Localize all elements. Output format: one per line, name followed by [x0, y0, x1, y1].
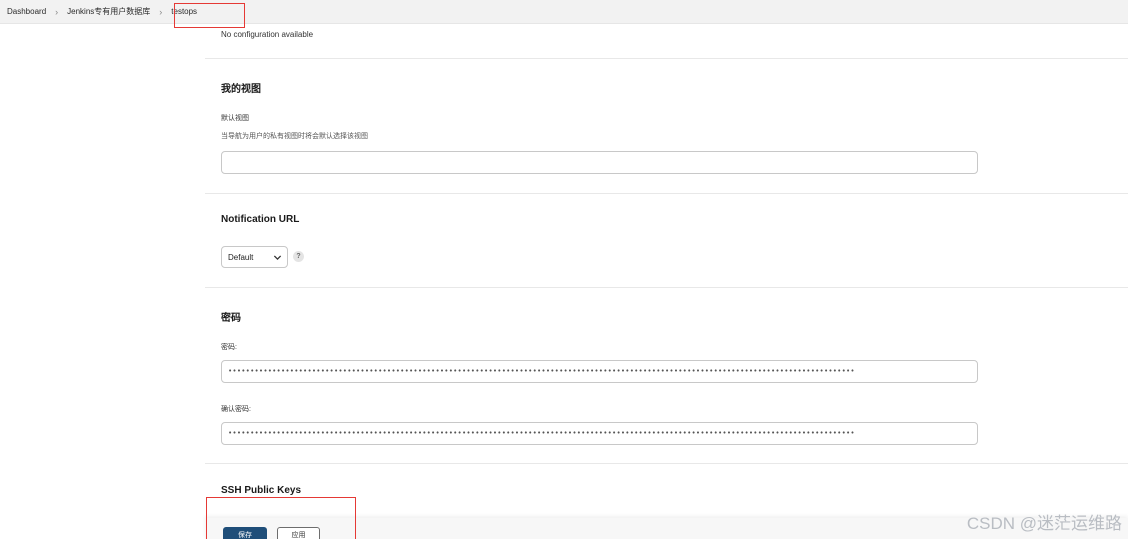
section-divider [205, 58, 1128, 59]
my-views-title: 我的视图 [221, 84, 261, 95]
csdn-watermark: CSDN @迷茫运维路 [966, 514, 1122, 533]
no-configuration-note: No configuration available [221, 30, 314, 39]
password-label: 密码: [221, 344, 237, 351]
confirm-password-input[interactable]: ••••••••••••••••••••••••••••••••••••••••… [221, 422, 978, 445]
notification-url-title: Notification URL [221, 214, 300, 225]
default-view-description: 当导航为用户的私有视图时将会默认选择该视图 [221, 133, 368, 140]
password-input[interactable]: ••••••••••••••••••••••••••••••••••••••••… [221, 360, 978, 383]
breadcrumb-current-user[interactable]: testops [171, 7, 197, 16]
password-section-title: 密码 [221, 313, 241, 324]
section-divider [205, 463, 1128, 464]
breadcrumb-user-database[interactable]: Jenkins专有用户数据库 [67, 6, 150, 17]
notification-url-selected-value: Default [228, 252, 254, 262]
section-divider [205, 287, 1128, 288]
default-view-label: 默认视图 [221, 115, 249, 122]
chevron-down-icon [273, 254, 282, 260]
help-icon[interactable]: ? [293, 251, 304, 262]
notification-url-select[interactable]: Default [221, 246, 288, 268]
chevron-right-icon: › [55, 6, 59, 17]
apply-button[interactable]: 应用 [277, 527, 320, 539]
confirm-password-label: 确认密码: [221, 406, 251, 413]
breadcrumb-dashboard[interactable]: Dashboard [7, 7, 46, 16]
jenkins-user-config-page: Dashboard › Jenkins专有用户数据库 › testops No … [0, 0, 1128, 539]
section-divider [205, 193, 1128, 194]
chevron-right-icon: › [159, 6, 163, 17]
save-button[interactable]: 保存 [223, 527, 267, 539]
ssh-public-keys-title: SSH Public Keys [221, 485, 302, 496]
breadcrumb: Dashboard › Jenkins专有用户数据库 › testops [0, 0, 1128, 24]
default-view-input[interactable] [221, 151, 978, 174]
